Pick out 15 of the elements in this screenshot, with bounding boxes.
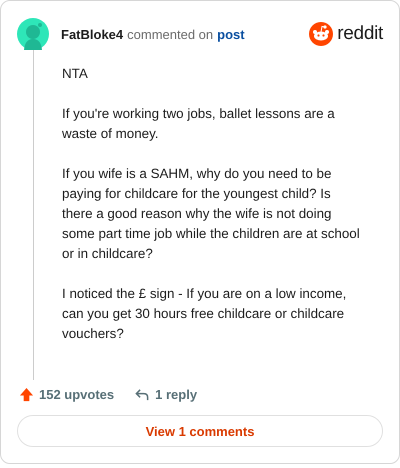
upvote-count: 152 upvotes — [39, 387, 114, 402]
action-text: commented on — [127, 26, 214, 42]
reply-count: 1 reply — [155, 387, 198, 402]
upvote-arrow-icon[interactable] — [19, 387, 34, 402]
comment-paragraph: I noticed the £ sign - If you are on a low income, can you get 30 hours free childcare or childcare vouchers? — [62, 285, 348, 343]
comment-paragraph: NTA — [62, 65, 89, 83]
brand-name: reddit — [337, 23, 383, 45]
post-link[interactable]: post — [217, 26, 245, 42]
author-name[interactable]: FatBloke4 — [61, 26, 124, 42]
view-comments-button[interactable]: View 1 comments — [17, 415, 383, 447]
comment-paragraph: If you wife is a SAHM, why do you need to be paying for childcare for the youngest child? Is there a good reason why the wife is not doing some part time job while the children are at school or in childcare? — [62, 165, 361, 263]
comment-paragraph: If you're working two jobs, ballet lessons are a waste of money. — [62, 105, 336, 143]
alien-icon — [309, 22, 334, 46]
avatar-icon — [17, 18, 49, 50]
reply-arrow-icon[interactable] — [134, 387, 150, 402]
